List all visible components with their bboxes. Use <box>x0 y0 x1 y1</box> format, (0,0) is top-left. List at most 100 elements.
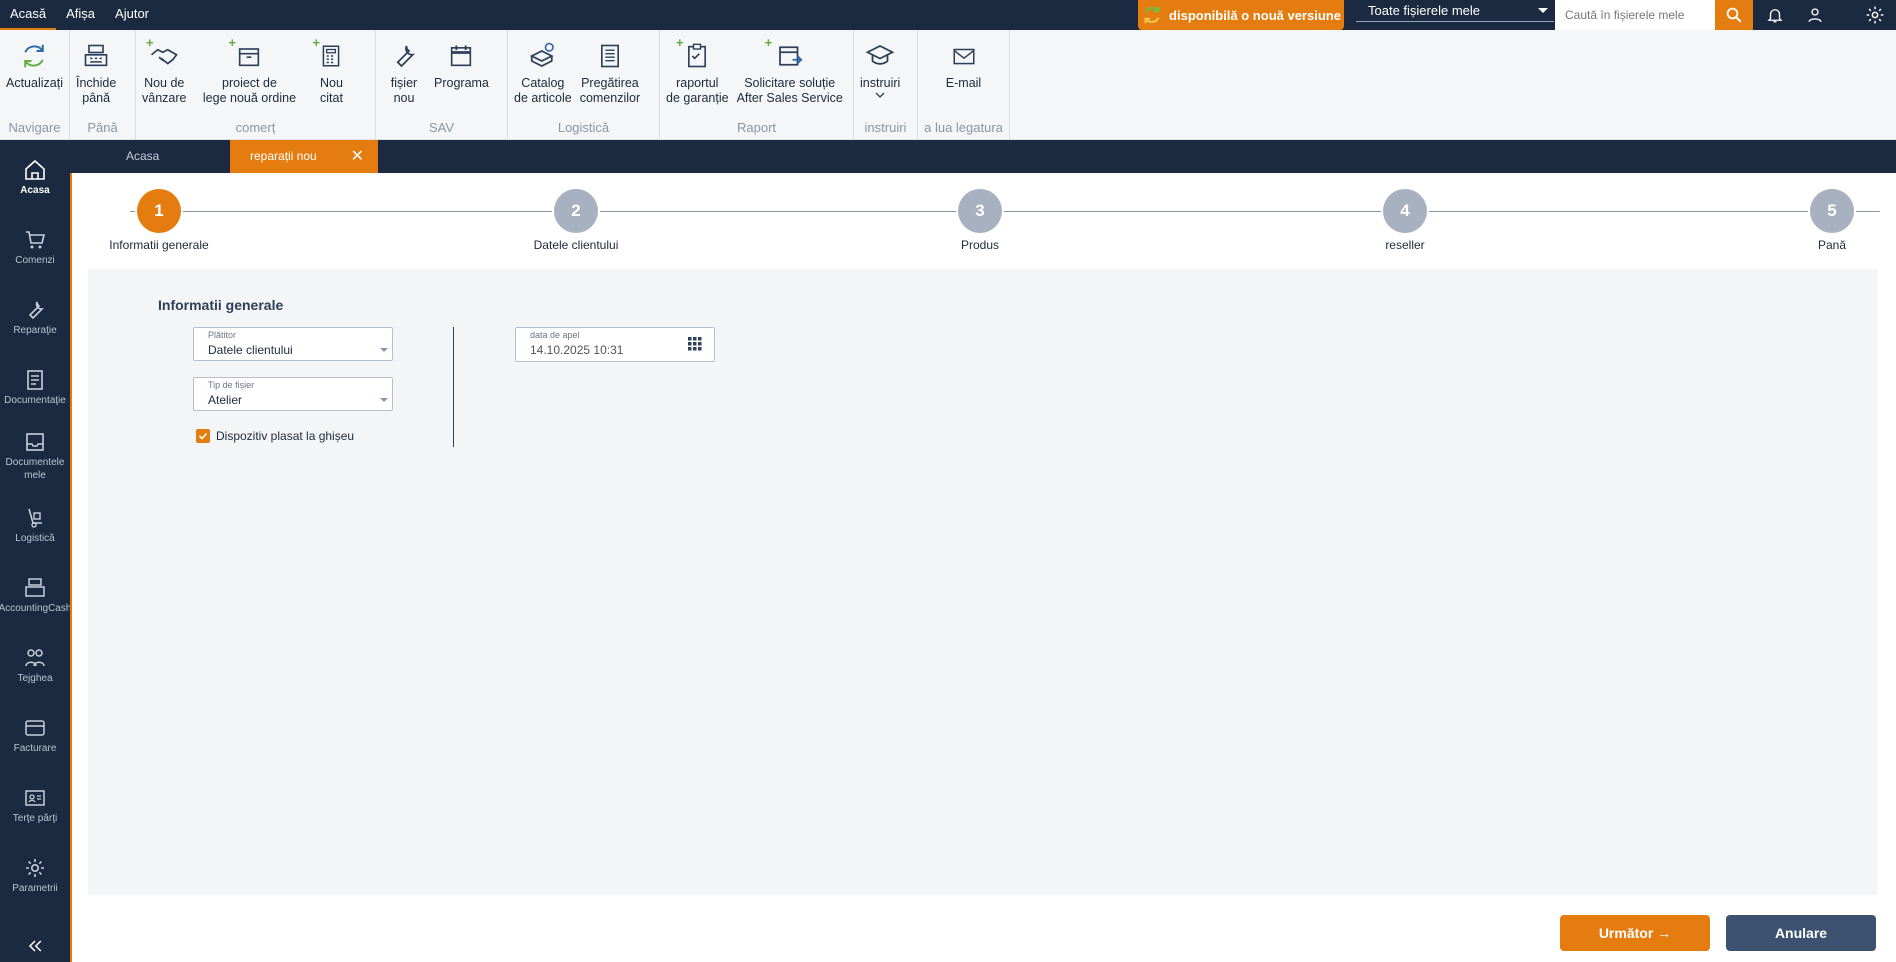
ribbon-group-label: Logistică <box>557 120 610 135</box>
warranty-report-button[interactable]: + raportul de garanție <box>662 36 733 118</box>
checklist-icon <box>600 44 619 68</box>
chevron-down-icon <box>1538 8 1548 13</box>
tab-home[interactable]: Acasa <box>106 140 179 173</box>
section-title: Informatii generale <box>158 297 284 313</box>
collapse-sidebar-button[interactable] <box>0 936 70 956</box>
file-type-label: Tip de fișier <box>208 380 255 390</box>
new-sale-button[interactable]: + Nou de vânzare <box>138 36 190 118</box>
new-quote-label: Nou citat <box>320 76 343 105</box>
step-5[interactable]: 5 Pană <box>1732 189 1896 252</box>
checkbox[interactable] <box>196 429 210 443</box>
next-button[interactable]: Următor → <box>1560 915 1710 951</box>
aftersales-request-button[interactable]: + Solicitare soluție After Sales Service <box>733 36 847 118</box>
id-card-icon <box>25 790 45 806</box>
search-button[interactable] <box>1715 0 1753 30</box>
payer-select[interactable]: Plătitor Datele clientului <box>193 327 393 361</box>
training-button[interactable]: instruiri <box>856 36 904 118</box>
sidebar-item-counter[interactable]: Tejghea <box>0 646 70 685</box>
wizard-stepper: 1 Informatii generale 2 Datele clientulu… <box>72 173 1896 269</box>
catalog-button[interactable]: Catalog de articole <box>510 36 576 118</box>
new-file-button[interactable]: fișier nou <box>378 36 430 118</box>
ribbon-group-label: comerț <box>235 120 276 135</box>
step-2[interactable]: 2 Datele clientului <box>476 189 676 252</box>
schedule-label: Programa <box>434 76 489 90</box>
schedule-button[interactable]: Programa <box>430 36 493 118</box>
ribbon-group-logistics: Catalog de articole Pregătirea comenzilo… <box>508 30 660 140</box>
search-icon <box>1726 7 1742 23</box>
bell-icon <box>1767 9 1783 23</box>
sidebar-item-documentation[interactable]: Documentaţie <box>0 368 70 407</box>
close-until-label: Închide până <box>76 76 117 105</box>
sidebar-item-label: Tejghea <box>17 673 53 684</box>
new-order-button[interactable]: + proiect de lege nouă ordine <box>190 36 308 118</box>
ribbon-group-label: instruiri <box>864 120 907 135</box>
step-4[interactable]: 4 reseller <box>1305 189 1505 252</box>
menu-view[interactable]: Afișa <box>56 0 105 30</box>
sidebar-item-label: Documentele mele <box>5 457 65 481</box>
plus-icon: + <box>228 35 237 50</box>
file-type-select[interactable]: Tip de fișier Atelier <box>193 377 393 411</box>
order-prep-button[interactable]: Pregătirea comenzilor <box>576 36 644 118</box>
sidebar-item-my-documents[interactable]: Documentele mele <box>0 430 70 482</box>
sidebar-item-parameters[interactable]: Parametrii <box>0 856 70 895</box>
close-until-button[interactable]: Închide până <box>72 36 120 118</box>
call-date-value: 14.10.2025 10:31 <box>530 343 624 357</box>
step-1[interactable]: 1 Informatii generale <box>59 189 259 252</box>
search-input[interactable] <box>1555 0 1715 30</box>
calendar-grid-icon[interactable] <box>688 337 702 351</box>
inbox-icon <box>26 433 44 451</box>
calculator-icon <box>323 45 340 67</box>
sidebar-item-third-parties[interactable]: Terţe părţi <box>0 786 70 825</box>
ribbon-group-navigation: Actualizați Navigare <box>0 30 70 140</box>
sidebar-item-accountingcash[interactable]: AccountingCash <box>0 576 71 615</box>
menu-help[interactable]: Ajutor <box>105 0 159 30</box>
step-label: reseller <box>1385 238 1425 252</box>
call-date-label: data de apel <box>530 330 580 340</box>
email-button[interactable]: E-mail <box>941 36 987 118</box>
sidebar-item-billing[interactable]: Facturare <box>0 716 70 755</box>
sidebar-item-label: Logistică <box>15 533 55 544</box>
box-icon <box>239 48 260 67</box>
call-date-field[interactable]: data de apel 14.10.2025 10:31 <box>515 327 715 362</box>
email-label: E-mail <box>945 76 982 90</box>
graduation-cap-icon <box>865 45 895 65</box>
cart-icon <box>26 231 46 249</box>
new-quote-button[interactable]: + Nou citat <box>308 36 354 118</box>
new-version-button[interactable]: disponibilă o nouă versiune <box>1138 0 1344 30</box>
sidebar-item-label: Reparaţie <box>13 325 57 336</box>
user-button[interactable] <box>1798 0 1832 30</box>
step-number: 2 <box>554 189 598 233</box>
sidebar-item-label: Terţe părţi <box>12 813 58 824</box>
refresh-icon <box>24 44 45 68</box>
ribbon-group-sav: fișier nou Programa SAV <box>376 30 508 140</box>
scope-select[interactable]: Toate fișierele mele <box>1356 0 1554 22</box>
refresh-button[interactable]: Actualizați <box>2 36 67 118</box>
checkbox-label: Dispozitiv plasat la ghișeu <box>216 429 355 443</box>
divider <box>453 327 454 447</box>
hand-truck-icon <box>28 508 42 528</box>
notifications-button[interactable] <box>1758 0 1792 30</box>
plus-icon: + <box>676 35 684 50</box>
warranty-report-label: raportul de garanție <box>666 76 729 105</box>
step-number: 5 <box>1810 189 1854 233</box>
sidebar-item-label: Documentaţie <box>4 395 66 406</box>
home-icon <box>25 159 45 180</box>
sidebar-item-repair[interactable]: Reparaţie <box>0 298 70 337</box>
step-3[interactable]: 3 Produs <box>880 189 1080 252</box>
counter-checkbox-row[interactable]: Dispozitiv plasat la ghișeu <box>196 429 354 443</box>
close-icon[interactable]: ✕ <box>351 140 364 173</box>
form-panel: Informatii generale Plătitor Datele clie… <box>88 269 1878 895</box>
request-icon <box>778 46 803 66</box>
tab-repair-new[interactable]: reparații nou ✕ <box>230 140 378 173</box>
tab-label: reparații nou <box>250 149 317 163</box>
ribbon-group-commerce: + Nou de vânzare + proiect de lege nouă … <box>136 30 376 140</box>
sidebar-item-logistics[interactable]: Logistică <box>0 506 70 545</box>
sidebar-item-label: Acasa <box>20 185 50 196</box>
settings-button[interactable] <box>1858 0 1892 30</box>
catalog-icon <box>529 42 554 67</box>
ribbon-group-report: + raportul de garanție + Solicitare solu… <box>660 30 854 140</box>
cancel-button[interactable]: Anulare <box>1726 915 1876 951</box>
menu-home[interactable]: Acasă <box>0 0 57 30</box>
chevron-down-icon <box>380 348 388 352</box>
catalog-label: Catalog de articole <box>514 76 572 105</box>
